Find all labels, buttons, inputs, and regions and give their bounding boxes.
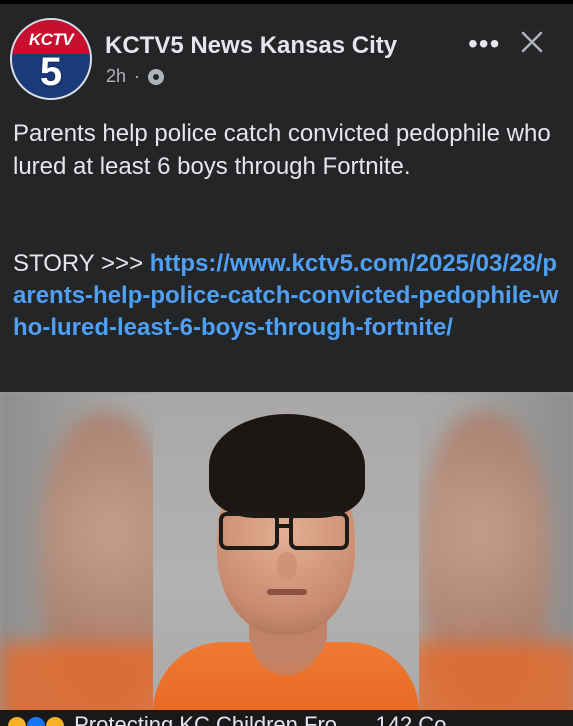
hair: [209, 414, 365, 518]
mugshot-photo: [153, 392, 419, 710]
story-line: STORY >>> https://www.kctv5.com/2025/03/…: [13, 248, 561, 344]
reaction-icons: [8, 717, 64, 726]
post-header: KCTV 5 KCTV5 News Kansas City 2h · •••: [0, 10, 573, 100]
page-name[interactable]: KCTV5 News Kansas City: [105, 32, 397, 60]
post-time[interactable]: 2h: [106, 66, 126, 87]
blurred-shirt-left: [0, 642, 170, 710]
post-meta: 2h ·: [106, 66, 165, 87]
story-prefix: STORY >>>: [13, 250, 150, 277]
comment-strip: Protecting KC Children Fro... 142 Co...: [0, 710, 573, 726]
post-body-text: Parents help police catch convicted pedo…: [13, 120, 551, 180]
top-divider: [0, 0, 573, 4]
mouth: [267, 589, 307, 595]
nose: [277, 552, 297, 580]
gear-icon: [148, 68, 165, 85]
post-image[interactable]: [0, 392, 573, 710]
comment-preview[interactable]: Protecting KC Children Fro... 142 Co...: [8, 714, 465, 726]
glasses-icon: [219, 512, 349, 550]
blurred-shirt-right: [410, 642, 573, 710]
facebook-post: KCTV 5 KCTV5 News Kansas City 2h · ••• P…: [0, 0, 573, 726]
page-avatar[interactable]: KCTV 5: [10, 18, 92, 100]
more-options-button[interactable]: •••: [468, 30, 500, 58]
haha-icon: [8, 717, 26, 726]
close-icon[interactable]: [518, 28, 546, 56]
sad-icon: [46, 717, 64, 726]
logo-text: KCTV: [28, 30, 74, 49]
like-icon: [27, 717, 45, 726]
logo-number: 5: [39, 50, 63, 94]
meta-separator: ·: [134, 66, 141, 86]
comment-preview-text: Protecting KC Children Fro...: [74, 712, 356, 726]
comment-count[interactable]: 142 Co...: [375, 712, 464, 726]
